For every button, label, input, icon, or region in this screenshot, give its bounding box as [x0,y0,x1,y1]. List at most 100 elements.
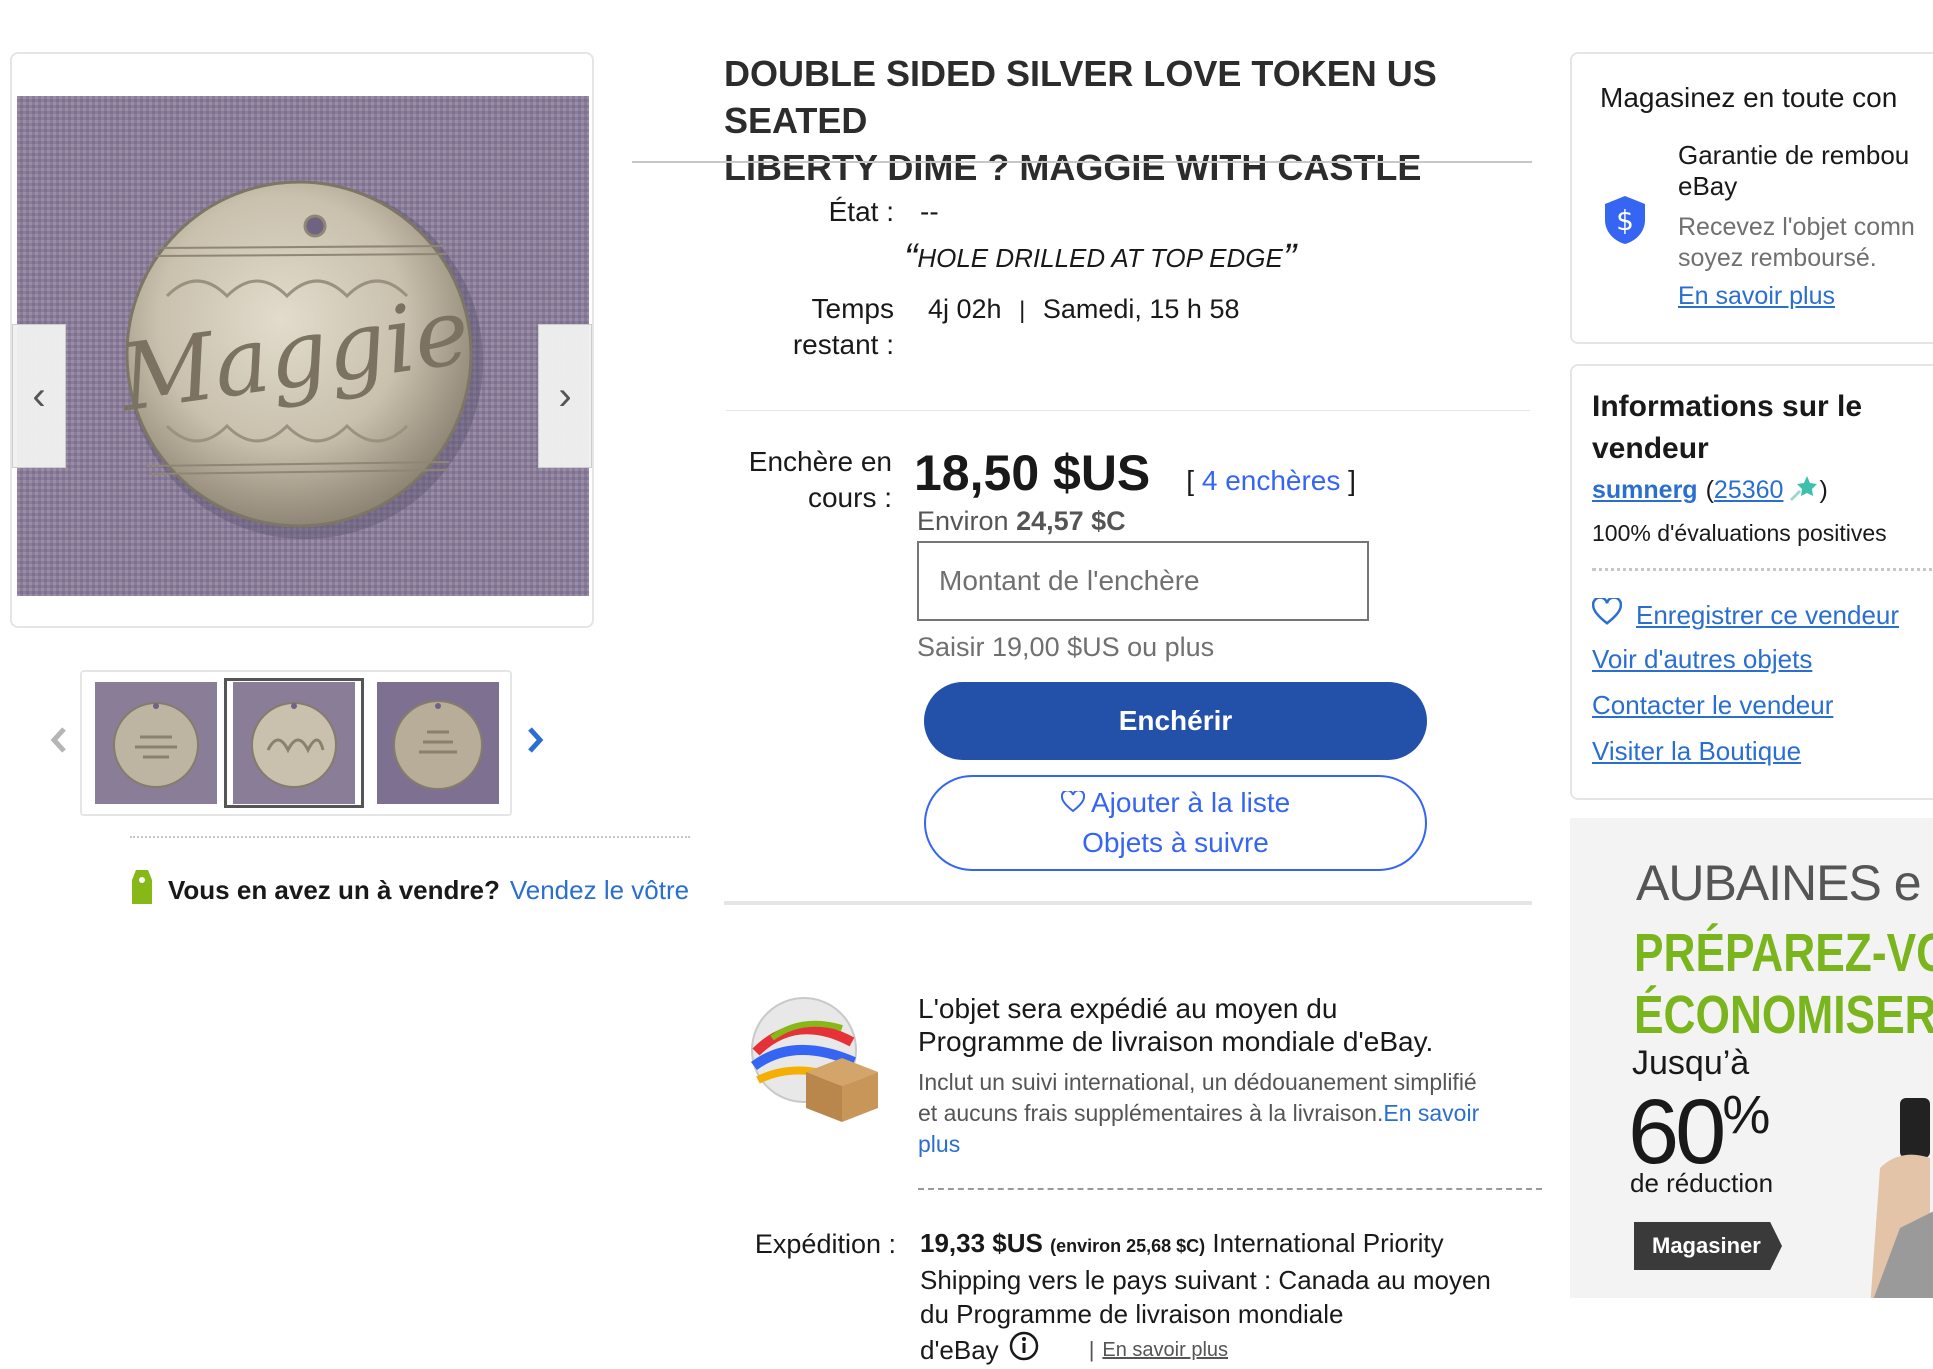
chevron-right-icon: › [558,373,572,418]
watch-line1: Ajouter à la liste [1060,783,1291,823]
bid-label-line2: cours : [807,482,892,513]
thumbnail-3[interactable] [368,678,508,808]
visit-store-link[interactable]: Visiter la Boutique [1592,736,1801,767]
ship-headline-2: Programme de livraison mondiale d'eBay. [918,1026,1434,1057]
heart-icon [1060,787,1091,818]
shipping-line2: Shipping vers le pays suivant : Canada a… [920,1265,1491,1295]
promo-line1: AUBAINES e [1636,855,1922,911]
bid-amount-placeholder: Montant de l'enchère [939,565,1200,596]
condition-note-text: HOLE DRILLED AT TOP EDGE [917,243,1283,273]
time-remaining: 4j 02h [928,294,1002,324]
title-divider [632,161,1532,163]
promo-banner[interactable]: AUBAINES e PRÉPAREZ-VO ÉCONOMISER Jusqu’… [1570,818,1933,1298]
shipping-divider [918,1188,1542,1190]
seller-name-link[interactable]: sumnerg [1592,476,1698,505]
promo-percent-sign: % [1722,1085,1771,1145]
seller-name-row: sumnerg ( 25360 ) [1592,472,1828,509]
promo-line2: PRÉPAREZ-VO [1634,923,1933,983]
guarantee-desc-2: soyez remboursé. [1678,244,1877,272]
chevron-left-icon: ‹ [32,373,46,418]
watch-line1-text: Ajouter à la liste [1091,787,1291,818]
time-label-line2: restant : [792,329,894,360]
money-back-learn-more[interactable]: En savoir plus [1678,282,1835,311]
bid-count-bracket-close: ] [1348,465,1356,496]
promo-shop-button[interactable]: Magasiner [1634,1222,1782,1270]
seller-score-link[interactable]: 25360 [1714,476,1784,505]
global-shipping-icon [736,992,886,1129]
guarantee-title-2: eBay [1678,171,1738,201]
seller-score-paren-open: ( [1705,476,1714,504]
next-image-button[interactable]: › [538,324,592,468]
thumbs-next-icon[interactable] [524,726,546,759]
condition-label: État : [828,196,894,227]
place-bid-button[interactable]: Enchérir [924,682,1427,760]
thumbs-prev-icon[interactable] [48,726,70,759]
bid-count-link[interactable]: 4 enchères [1202,465,1341,496]
guarantee-title-1: Garantie de rembou [1678,140,1910,170]
ship-learn-more-link[interactable]: En savoir [1383,1100,1479,1126]
ship-learn-more-link-cont[interactable]: plus [918,1129,1538,1160]
condition-value: -- [920,196,939,227]
approx-price: Environ 24,57 $C [917,506,1126,537]
ship-desc-2: et aucuns frais supplémentaires à la liv… [918,1100,1384,1126]
save-seller-row[interactable]: Enregistrer ce vendeur [1591,596,1899,633]
time-label-line1: Temps [811,293,894,324]
bid-hint: Saisir 19,00 $US ou plus [917,632,1215,662]
thick-divider [724,901,1532,905]
money-back-card: Magasinez en toute con $ Garantie de rem… [1570,52,1933,344]
money-back-desc: Recevez l'objet comn soyez remboursé. [1678,212,1915,274]
time-left-label: Temps restant : [700,291,894,363]
shield-dollar-icon: $ [1602,194,1648,251]
heart-icon [1591,596,1623,633]
current-price-row: 18,50 $US [ 4 enchères ] [914,444,1356,502]
seller-feedback: 100% d'évaluations positives [1592,520,1887,546]
time-remaining-row: 4j 02h | Samedi, 15 h 58 [928,291,1239,329]
shipping-service: International Priority [1212,1228,1444,1258]
seller-heading-2: vendeur [1592,432,1709,465]
promo-line3: ÉCONOMISER [1634,985,1933,1045]
condition-note: “HOLE DRILLED AT TOP EDGE” [904,236,1297,280]
main-product-image[interactable]: Maggie [17,96,589,596]
image-gallery: Maggie ‹ › [10,52,594,628]
seller-score-paren-close: ) [1819,476,1828,504]
save-seller-link[interactable]: Enregistrer ce vendeur [1636,600,1899,631]
divider [130,836,690,838]
bid-count-bracket-open: [ [1186,465,1195,496]
approx-value: 24,57 $C [1016,506,1126,536]
shipping-program-desc: Inclut un suivi international, un dédoua… [918,1067,1538,1160]
thumbnail-1[interactable] [86,678,226,808]
listing-title: DOUBLE SIDED SILVER LOVE TOKEN US SEATED… [724,50,1544,191]
ship-desc-1: Inclut un suivi international, un dédoua… [918,1069,1477,1095]
thumbnail-2-selected[interactable] [224,678,364,808]
shipping-approx: (environ 25,68 $C) [1050,1236,1206,1256]
bid-amount-input[interactable]: Montant de l'enchère [917,541,1369,621]
promo-person-image [1870,1088,1933,1298]
contact-seller-link[interactable]: Contacter le vendeur [1592,690,1833,721]
info-icon[interactable] [1009,1331,1039,1369]
current-price: 18,50 $US [914,445,1151,501]
sell-prompt: Vous en avez un à vendre? Vendez le vôtr… [130,868,689,913]
seller-heading-1: Informations sur le [1592,390,1863,423]
prev-image-button[interactable]: ‹ [12,324,66,468]
title-line-2: LIBERTY DIME ? MAGGIE WITH CASTLE [724,147,1422,188]
shipping-line3: du Programme de livraison mondiale [920,1299,1344,1329]
guarantee-desc-1: Recevez l'objet comn [1678,213,1915,241]
svg-text:$: $ [1616,204,1634,237]
sell-yours-link[interactable]: Vendez le vôtre [510,875,689,906]
tag-icon [130,868,154,913]
promo-reduction: de réduction [1630,1168,1774,1198]
title-line-1: DOUBLE SIDED SILVER LOVE TOKEN US SEATED [724,53,1437,141]
thumbnail-strip [80,670,512,816]
ship-headline-1: L'objet sera expédié au moyen du [918,993,1338,1024]
other-items-link[interactable]: Voir d'autres objets [1592,644,1812,675]
shipping-program-headline: L'objet sera expédié au moyen du Program… [918,992,1433,1058]
time-separator: | [1019,297,1026,324]
seller-heading: Informations sur le vendeur [1592,386,1862,470]
sell-question: Vous en avez un à vendre? [168,875,500,905]
add-to-watchlist-button[interactable]: Ajouter à la liste Objets à suivre [924,775,1427,871]
approx-prefix: Environ [917,506,1009,536]
place-bid-label: Enchérir [1118,705,1233,736]
shipping-details: 19,33 $US (environ 25,68 $C) Internation… [920,1226,1520,1369]
promo-upto: Jusqu’à [1632,1044,1750,1082]
shipping-label: Expédition : [754,1229,896,1259]
